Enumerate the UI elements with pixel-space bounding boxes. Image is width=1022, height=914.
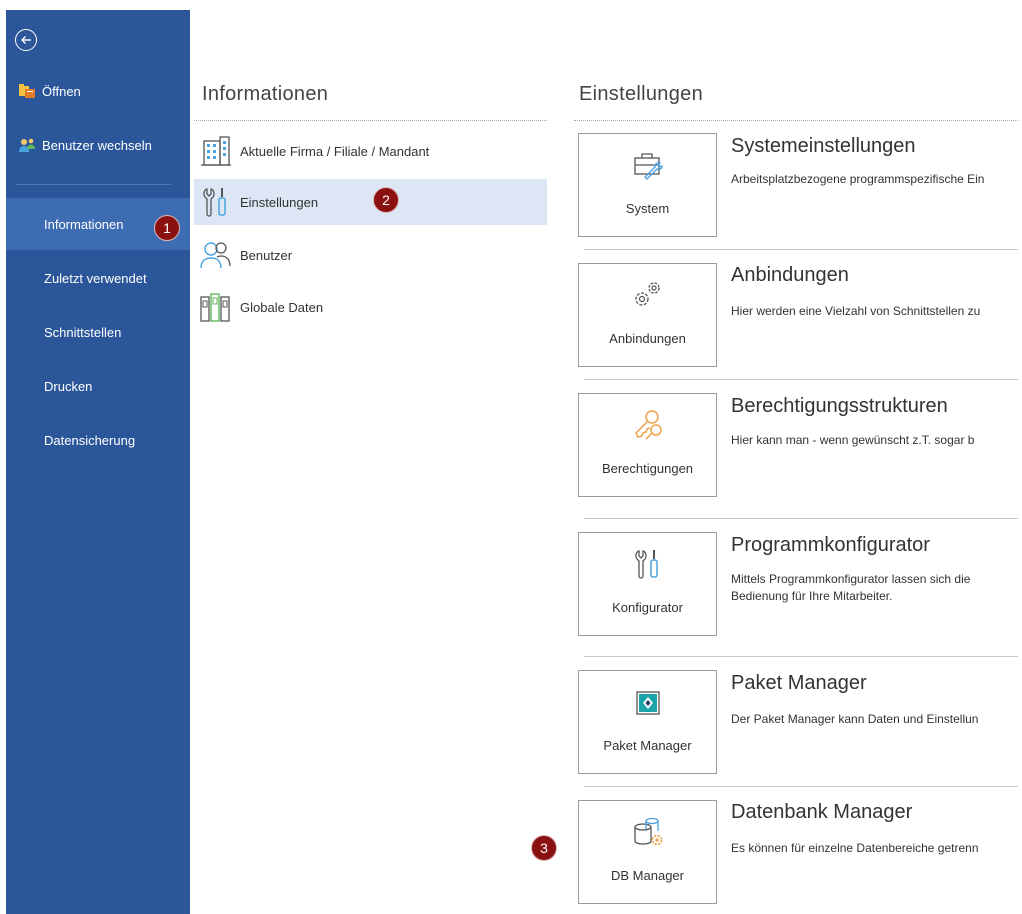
settings-title-divider: [574, 120, 1018, 121]
setting-title-datenbank-manager[interactable]: Datenbank Manager: [731, 801, 912, 824]
settings-column-title: Einstellungen: [579, 83, 703, 105]
sidebar-item-label: Benutzer wechseln: [42, 137, 152, 153]
annotation-badge: 3: [531, 835, 557, 861]
tile-anbindungen[interactable]: Anbindungen: [578, 263, 717, 367]
folder-open-icon: [18, 82, 36, 100]
wrench-screwdriver-icon: [198, 184, 234, 220]
tile-konfigurator[interactable]: Konfigurator: [578, 532, 717, 636]
binders-icon: [198, 289, 234, 325]
info-item-label: Benutzer: [240, 247, 293, 263]
info-item-benutzer[interactable]: Benutzer: [194, 232, 547, 278]
sidebar-item-benutzer-wechseln[interactable]: Benutzer wechseln: [18, 135, 152, 155]
sidebar-item-label: Zuletzt verwendet: [44, 270, 147, 286]
info-item-label: Globale Daten: [240, 299, 324, 315]
info-item-globale-daten[interactable]: Globale Daten: [194, 284, 547, 330]
setting-title-programmkonfigurator[interactable]: Programmkonfigurator: [731, 534, 930, 557]
info-column-title: Informationen: [202, 83, 329, 105]
sidebar-item-drucken[interactable]: Drucken: [6, 360, 190, 412]
setting-title-berechtigungsstrukturen[interactable]: Berechtigungsstrukturen: [731, 395, 948, 418]
wrench-screwdriver-icon: [579, 547, 716, 581]
database-gear-icon: [579, 815, 716, 849]
sidebar-item-oeffnen[interactable]: Öffnen: [18, 81, 81, 101]
sidebar-item-label: Öffnen: [42, 83, 81, 99]
sidebar-item-zuletzt-verwendet[interactable]: Zuletzt verwendet: [6, 252, 190, 304]
sidebar-item-label: Informationen: [44, 216, 124, 232]
setting-desc: Bedienung für Ihre Mitarbeiter.: [731, 589, 893, 603]
tile-label: Paket Manager: [603, 738, 692, 753]
gears-icon: [579, 278, 716, 312]
backstage-sidebar: Öffnen Benutzer wechseln Informationen Z…: [6, 10, 190, 914]
tile-label: Konfigurator: [612, 600, 683, 615]
switch-user-icon: [18, 136, 36, 154]
setting-desc: Der Paket Manager kann Daten und Einstel…: [731, 712, 979, 726]
setting-desc: Hier werden eine Vielzahl von Schnittste…: [731, 304, 981, 318]
info-item-label: Aktuelle Firma / Filiale / Mandant: [240, 143, 430, 159]
back-arrow-icon[interactable]: [15, 29, 37, 51]
setting-desc: Mittels Programmkonfigurator lassen sich…: [731, 572, 971, 586]
tile-system[interactable]: System: [578, 133, 717, 237]
keys-icon: [579, 408, 716, 442]
tile-label: Berechtigungen: [601, 461, 694, 476]
tile-label: Anbindungen: [609, 331, 686, 346]
sidebar-item-schnittstellen[interactable]: Schnittstellen: [6, 306, 190, 358]
info-item-aktuelle-firma[interactable]: Aktuelle Firma / Filiale / Mandant: [194, 128, 547, 174]
info-item-label: Einstellungen: [240, 194, 319, 210]
annotation-badge: 2: [373, 187, 399, 213]
tile-paket-manager[interactable]: Paket Manager: [578, 670, 717, 774]
info-title-divider: [194, 120, 547, 121]
tile-db-manager[interactable]: DB Manager: [578, 800, 717, 904]
setting-desc: Hier kann man - wenn gewünscht z.T. soga…: [731, 433, 975, 447]
sidebar-item-label: Drucken: [44, 378, 93, 394]
settings-desc-clip: Arbeitsplatzbezogene programmspezifische…: [720, 130, 1018, 914]
building-icon: [198, 133, 234, 169]
package-icon: [579, 685, 716, 719]
tile-label: System: [625, 201, 670, 216]
sidebar-divider: [16, 184, 171, 185]
setting-title-anbindungen[interactable]: Anbindungen: [731, 264, 849, 287]
sidebar-item-label: Datensicherung: [44, 432, 136, 448]
sidebar-item-datensicherung[interactable]: Datensicherung: [6, 414, 190, 466]
toolbox-icon: [579, 148, 716, 182]
setting-title-paket-manager[interactable]: Paket Manager: [731, 672, 867, 695]
users-icon: [198, 237, 234, 273]
setting-desc: Es können für einzelne Datenbereiche get…: [731, 841, 979, 855]
setting-desc: Arbeitsplatzbezogene programmspezifische…: [731, 172, 985, 186]
sidebar-item-label: Schnittstellen: [44, 324, 122, 340]
annotation-badge: 1: [154, 215, 180, 241]
info-item-einstellungen[interactable]: Einstellungen: [194, 179, 547, 225]
tile-label: DB Manager: [611, 868, 684, 883]
tile-berechtigungen[interactable]: Berechtigungen: [578, 393, 717, 497]
